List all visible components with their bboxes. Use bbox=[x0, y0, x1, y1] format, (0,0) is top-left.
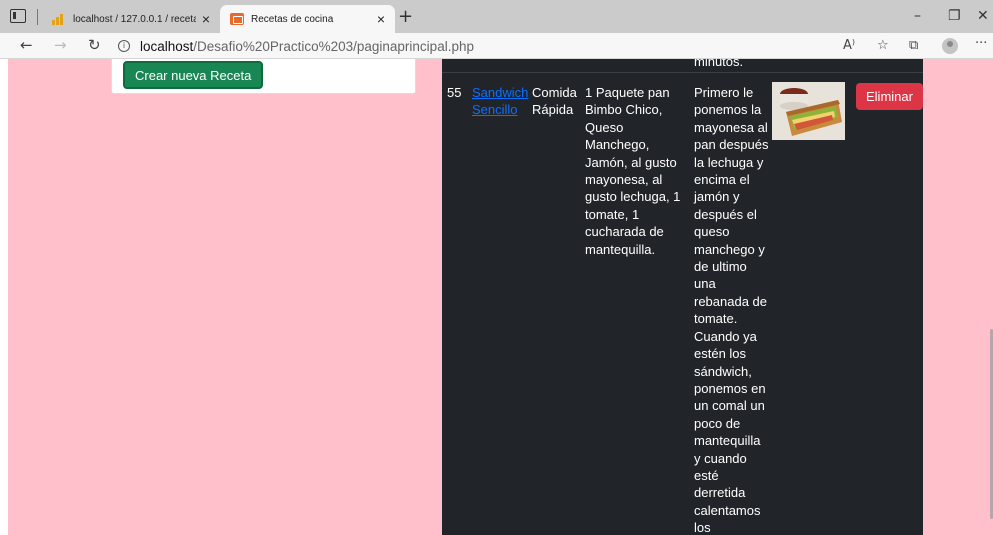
collections-icon[interactable]: ⧉ bbox=[909, 38, 918, 53]
restore-icon[interactable]: ❐ bbox=[948, 8, 961, 24]
close-icon[interactable]: × bbox=[377, 11, 385, 27]
row-divider bbox=[442, 72, 923, 73]
create-card: Crear nueva Receta bbox=[111, 59, 416, 94]
address-bar[interactable]: i localhost/Desafio%20Practico%203/pagin… bbox=[118, 36, 474, 56]
minimize-icon[interactable]: – bbox=[914, 8, 921, 24]
scrollbar[interactable] bbox=[988, 59, 993, 535]
favorites-icon[interactable]: ☆ bbox=[877, 38, 889, 53]
info-icon[interactable]: i bbox=[118, 40, 130, 52]
url-host: localhost bbox=[140, 38, 194, 54]
recipe-id: 55 bbox=[447, 85, 462, 100]
tab-separator bbox=[37, 9, 38, 25]
tab-label: localhost / 127.0.0.1 / recetas_co bbox=[73, 13, 196, 25]
url-path: /Desafio%20Practico%203/paginaprincipal.… bbox=[193, 38, 474, 54]
recipe-name-link[interactable]: Sandwich Sencillo bbox=[472, 84, 528, 119]
window-close-icon[interactable]: ✕ bbox=[977, 8, 989, 24]
read-aloud-icon[interactable]: A⁾ bbox=[843, 38, 855, 53]
tab-label: Recetas de cocina bbox=[251, 13, 334, 25]
new-tab-icon[interactable]: + bbox=[398, 6, 413, 27]
tab-phpmyadmin[interactable]: localhost / 127.0.0.1 / recetas_co × bbox=[42, 5, 220, 33]
page-viewport: Crear nueva Receta minutos. 55 Sandwich … bbox=[8, 59, 993, 535]
recipe-favicon-icon bbox=[230, 13, 244, 25]
arrow-left-icon[interactable]: ← bbox=[20, 36, 33, 54]
tab-recetas[interactable]: Recetas de cocina × bbox=[220, 5, 395, 33]
browser-titlebar: localhost / 127.0.0.1 / recetas_co × Rec… bbox=[0, 0, 993, 33]
phpmyadmin-favicon-icon bbox=[52, 13, 66, 25]
previous-row-description-tail: minutos. bbox=[694, 59, 744, 69]
profile-icon[interactable] bbox=[942, 38, 958, 54]
recipe-ingredients: 1 Paquete pan Bimbo Chico, Queso Mancheg… bbox=[585, 85, 681, 257]
more-icon[interactable]: ··· bbox=[975, 36, 987, 51]
delete-button[interactable]: Eliminar bbox=[856, 83, 923, 110]
sandwich-photo bbox=[772, 82, 845, 140]
refresh-icon[interactable]: ↻ bbox=[88, 36, 101, 54]
recipe-category: Comida Rápida bbox=[532, 85, 577, 118]
browser-toolbar: ← → ↻ i localhost/Desafio%20Practico%203… bbox=[0, 33, 993, 59]
close-icon[interactable]: × bbox=[202, 11, 210, 27]
recipe-description: Primero le ponemos la mayonesa al pan de… bbox=[694, 85, 769, 535]
arrow-right-icon[interactable]: → bbox=[54, 36, 67, 54]
create-recipe-button[interactable]: Crear nueva Receta bbox=[123, 61, 264, 89]
tab-actions-icon[interactable] bbox=[10, 9, 26, 23]
recipes-table: minutos. 55 Sandwich Sencillo Comida Ráp… bbox=[442, 59, 923, 535]
